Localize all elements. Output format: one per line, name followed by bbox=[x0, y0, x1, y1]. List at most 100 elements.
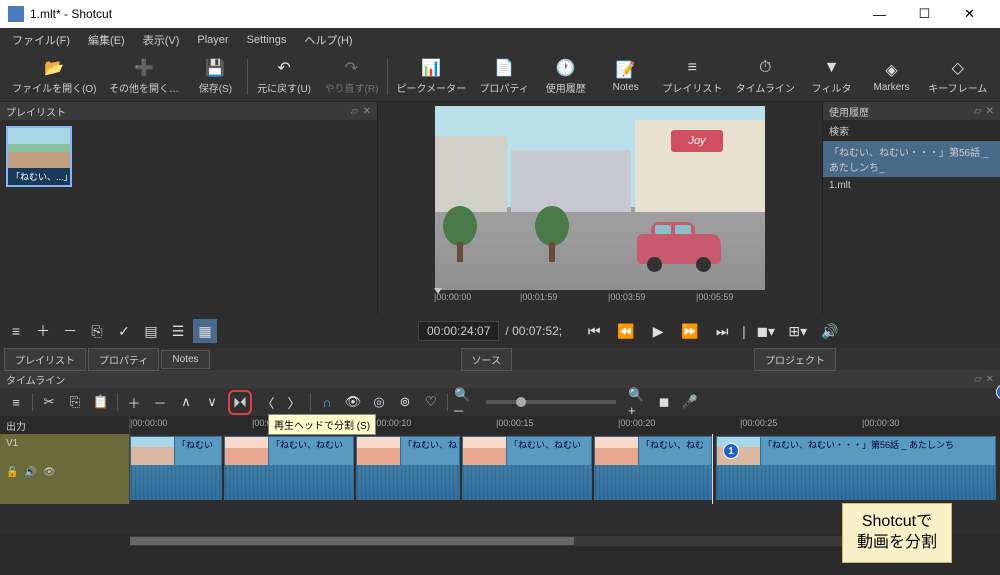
timecode-current[interactable]: 00:00:24:07 bbox=[418, 321, 499, 341]
toolbar-ファイルを開く(O)[interactable]: 📂ファイルを開く(O) bbox=[6, 58, 103, 95]
tab-project[interactable]: プロジェクト bbox=[754, 348, 836, 371]
split-button[interactable]: ⏵⏴ 2 bbox=[228, 390, 252, 415]
zoom-out-icon[interactable]: 🔍─ bbox=[454, 392, 474, 412]
toolbar-元に戻す(U)[interactable]: ↶元に戻す(U) bbox=[250, 58, 317, 95]
menu-edit[interactable]: 編集(E) bbox=[80, 30, 133, 50]
toolbar-保存(S)[interactable]: 💾保存(S) bbox=[185, 58, 245, 95]
panel-float-icon[interactable]: ▱ bbox=[351, 106, 359, 117]
skip-start-icon[interactable]: ⏮ bbox=[582, 319, 606, 343]
clip[interactable]: 「ねむい、ねむい bbox=[462, 436, 592, 500]
window-title: 1.mlt* - Shotcut bbox=[30, 7, 857, 21]
preview-ruler[interactable]: |00:00:00 |00:01:59 |00:03:59 |00:05:59 bbox=[430, 292, 770, 308]
preview-video[interactable]: Joy bbox=[435, 106, 765, 290]
playlist-title: プレイリスト bbox=[6, 104, 66, 119]
toolbar-タイムライン[interactable]: ⏱タイムライン bbox=[729, 58, 802, 95]
split-tooltip: 再生ヘッドで分割 (S) bbox=[268, 414, 376, 435]
ripple-icon[interactable]: ◎ bbox=[369, 392, 389, 412]
prev-icon[interactable]: 〈 bbox=[258, 392, 278, 412]
toolbar-フィルタ[interactable]: ▼フィルタ bbox=[802, 58, 862, 95]
grid-toggle-icon[interactable]: ⊞▾ bbox=[786, 319, 810, 343]
up-icon[interactable]: ∧ bbox=[176, 392, 196, 412]
playlist-panel: プレイリスト ▱ ✕ 「ねむい、...」.wmv bbox=[0, 102, 378, 314]
toolbar-キーフレーム[interactable]: ◇キーフレーム bbox=[922, 58, 994, 95]
volume-icon[interactable]: 🔊 bbox=[818, 319, 842, 343]
clip[interactable]: 「ねむい bbox=[130, 436, 222, 500]
maximize-button[interactable]: ☐ bbox=[902, 0, 947, 28]
tl-menu-icon[interactable]: ≡ bbox=[6, 392, 26, 412]
minus-icon[interactable]: － bbox=[150, 392, 170, 412]
tab-properties[interactable]: プロパティ bbox=[88, 348, 159, 371]
menu-help[interactable]: ヘルプ(H) bbox=[296, 30, 360, 50]
tab-playlist[interactable]: プレイリスト bbox=[4, 348, 86, 371]
insert-icon[interactable]: ⎘ bbox=[85, 319, 109, 343]
toolbar-Markers[interactable]: ◈Markers bbox=[862, 60, 922, 93]
play-icon[interactable]: ▶ bbox=[646, 319, 670, 343]
panel-float-icon[interactable]: ▱ bbox=[974, 374, 982, 385]
remove-icon[interactable]: － bbox=[58, 319, 82, 343]
detail-icon[interactable]: ☰ bbox=[166, 319, 190, 343]
toolbar-プレイリスト[interactable]: ≡プレイリスト bbox=[656, 58, 729, 95]
playhead[interactable] bbox=[712, 434, 713, 504]
history-item[interactable]: 1.mlt bbox=[823, 177, 1000, 194]
check-icon[interactable]: ✓ bbox=[112, 319, 136, 343]
mute-icon[interactable]: 🔊 bbox=[24, 467, 36, 478]
skip-end-icon[interactable]: ⏭ bbox=[710, 319, 734, 343]
copy-icon[interactable]: ⎘ bbox=[65, 392, 85, 412]
ripple-markers-icon[interactable]: ♡ bbox=[421, 392, 441, 412]
list-icon[interactable]: ▤ bbox=[139, 319, 163, 343]
clip[interactable]: 「ねむい、ねむい・・・」第56話 _ あたしンち1 bbox=[716, 436, 996, 500]
zoom-fit-icon[interactable]: ◼ bbox=[654, 392, 674, 412]
next-icon[interactable]: 〉 bbox=[284, 392, 304, 412]
toolbar-ピークメーター[interactable]: 📊ピークメーター bbox=[390, 58, 472, 95]
tab-source[interactable]: ソース bbox=[461, 348, 513, 371]
history-search-label[interactable]: 検索 bbox=[823, 120, 1000, 141]
menu-icon[interactable]: ≡ bbox=[4, 319, 28, 343]
panel-float-icon[interactable]: ▱ bbox=[974, 106, 982, 117]
tab-notes[interactable]: Notes bbox=[161, 350, 209, 369]
clip[interactable]: 「ねむい、ね bbox=[356, 436, 460, 500]
track-header[interactable]: V1 🔓 🔊 👁 bbox=[0, 434, 130, 504]
panel-close-icon[interactable]: ✕ bbox=[363, 106, 371, 117]
rewind-icon[interactable]: ⏪ bbox=[614, 319, 638, 343]
toolbar-使用履歴[interactable]: 🕐使用履歴 bbox=[536, 58, 596, 95]
preview-panel: Joy |00:00:00 |00:01:59 |00:03:59 |00:05… bbox=[378, 102, 822, 314]
app-icon bbox=[8, 6, 24, 22]
cut-icon[interactable]: ✂ bbox=[39, 392, 59, 412]
timeline-ruler[interactable]: |00:00:00|00:00:05|00:00:10|00:00:15|00:… bbox=[130, 416, 1000, 434]
scrub-icon[interactable]: 👁 bbox=[343, 392, 363, 412]
menu-player[interactable]: Player bbox=[189, 32, 236, 48]
grid-icon[interactable]: ▦ bbox=[193, 319, 217, 343]
track-content[interactable]: 「ねむい「ねむい、ねむい「ねむい、ね「ねむい、ねむい「ねむい、ねむ「ねむい、ねむ… bbox=[130, 434, 1000, 504]
history-title: 使用履歴 bbox=[829, 104, 869, 119]
clip[interactable]: 「ねむい、ねむい bbox=[224, 436, 354, 500]
playlist-thumb[interactable]: 「ねむい、...」.wmv bbox=[6, 126, 72, 187]
clip[interactable]: 「ねむい、ねむ bbox=[594, 436, 712, 500]
toolbar-その他を開く…[interactable]: ➕その他を開く… bbox=[103, 58, 186, 95]
down-icon[interactable]: ∨ bbox=[202, 392, 222, 412]
ripple-all-icon[interactable]: ⊚ bbox=[395, 392, 415, 412]
paste-icon[interactable]: 📋 bbox=[91, 392, 111, 412]
panel-close-icon[interactable]: ✕ bbox=[986, 374, 994, 385]
panel-close-icon[interactable]: ✕ bbox=[986, 106, 994, 117]
snap-icon[interactable]: ∩ bbox=[317, 392, 337, 412]
menu-view[interactable]: 表示(V) bbox=[135, 30, 188, 50]
zoom-in-icon[interactable]: 🔍+ bbox=[628, 392, 648, 412]
history-item[interactable]: 「ねむい、ねむい・・・」第56話 _ あたしンち_ bbox=[823, 141, 1000, 177]
add-icon[interactable]: ＋ bbox=[31, 319, 55, 343]
hide-icon[interactable]: 👁 bbox=[43, 467, 56, 478]
toolbar-プロパティ[interactable]: 📄プロパティ bbox=[473, 58, 536, 95]
minimize-button[interactable]: — bbox=[857, 0, 902, 28]
toolbar-Notes[interactable]: 📝Notes bbox=[596, 60, 656, 93]
zoom-fit-icon[interactable]: ◼▾ bbox=[754, 319, 778, 343]
zoom-slider[interactable] bbox=[486, 400, 616, 404]
record-icon[interactable]: 🎤 bbox=[680, 392, 700, 412]
menu-file[interactable]: ファイル(F) bbox=[4, 30, 78, 50]
toolbar-やり直す(R)[interactable]: ↷やり直す(R) bbox=[318, 58, 385, 95]
forward-icon[interactable]: ⏩ bbox=[678, 319, 702, 343]
close-button[interactable]: ✕ bbox=[947, 0, 992, 28]
menu-settings[interactable]: Settings bbox=[239, 32, 295, 48]
main-toolbar: 📂ファイルを開く(O)➕その他を開く…💾保存(S)↶元に戻す(U)↷やり直す(R… bbox=[0, 52, 1000, 102]
timeline-scrollbar[interactable] bbox=[130, 536, 870, 546]
lock-icon[interactable]: 🔓 bbox=[6, 467, 18, 478]
plus-icon[interactable]: ＋ bbox=[124, 392, 144, 412]
